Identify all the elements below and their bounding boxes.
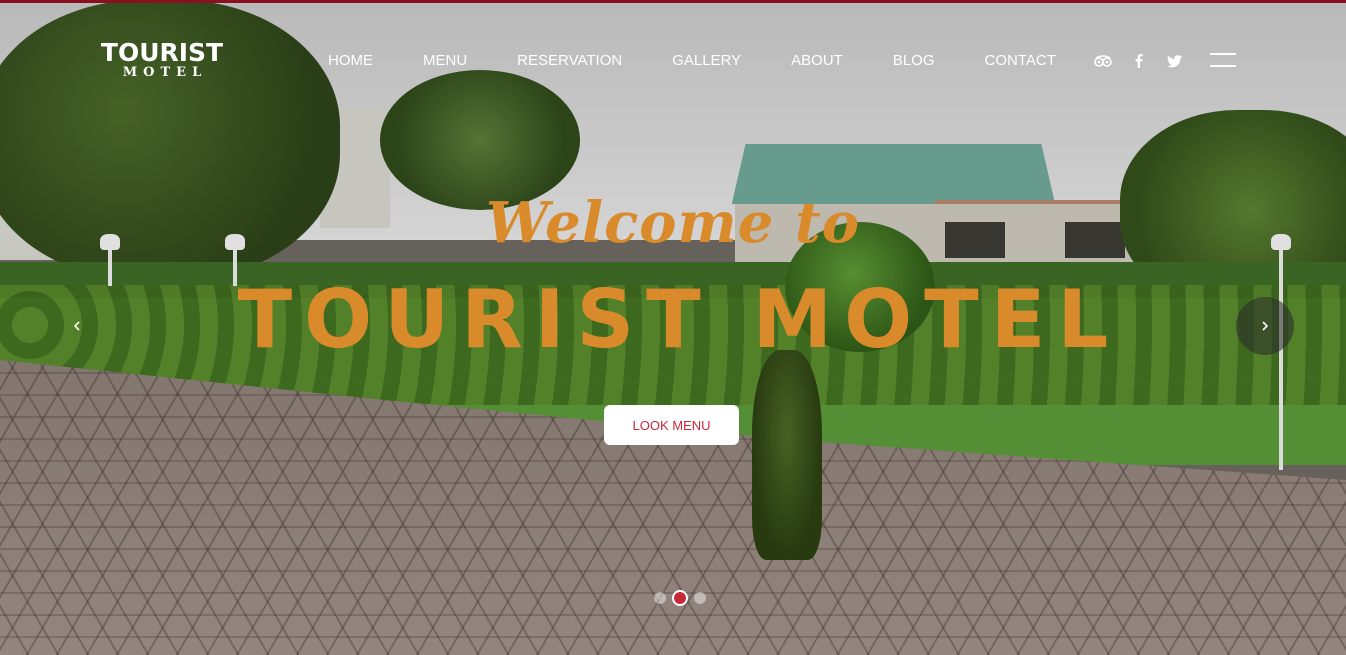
logo-title: TOURIST [100, 38, 224, 67]
slider-next-button[interactable] [1236, 297, 1294, 355]
chevron-right-icon [1262, 321, 1269, 331]
slider-pagination [654, 590, 706, 606]
nav-about[interactable]: ABOUT [791, 50, 843, 72]
tripadvisor-icon[interactable] [1093, 51, 1113, 71]
hero-welcome-text: Welcome to [485, 190, 861, 256]
main-nav: HOME MENU RESERVATION GALLERY ABOUT BLOG… [328, 50, 1056, 72]
top-accent-bar [0, 0, 1346, 3]
nav-menu[interactable]: MENU [423, 50, 467, 72]
chevron-left-icon [73, 321, 80, 331]
nav-contact[interactable]: CONTACT [985, 50, 1056, 72]
social-links [1093, 51, 1185, 71]
hamburger-line [1210, 65, 1236, 67]
menu-toggle-button[interactable] [1210, 51, 1236, 69]
logo-subtitle: MOTEL [122, 65, 208, 80]
hamburger-line [1210, 53, 1236, 55]
nav-reservation[interactable]: RESERVATION [517, 50, 622, 72]
nav-gallery[interactable]: GALLERY [672, 50, 741, 72]
slider-prev-button[interactable] [48, 297, 106, 355]
look-menu-button[interactable]: LOOK MENU [604, 405, 739, 445]
slider-dot-active[interactable] [672, 590, 688, 606]
hero-headline: TOURIST MOTEL [237, 273, 1121, 366]
nav-home[interactable]: HOME [328, 50, 373, 72]
slider-dot[interactable] [654, 592, 666, 604]
site-logo[interactable]: TOURIST MOTEL [98, 40, 226, 84]
facebook-icon[interactable] [1129, 51, 1149, 71]
slider-dot[interactable] [694, 592, 706, 604]
twitter-icon[interactable] [1165, 51, 1185, 71]
nav-blog[interactable]: BLOG [893, 50, 935, 72]
